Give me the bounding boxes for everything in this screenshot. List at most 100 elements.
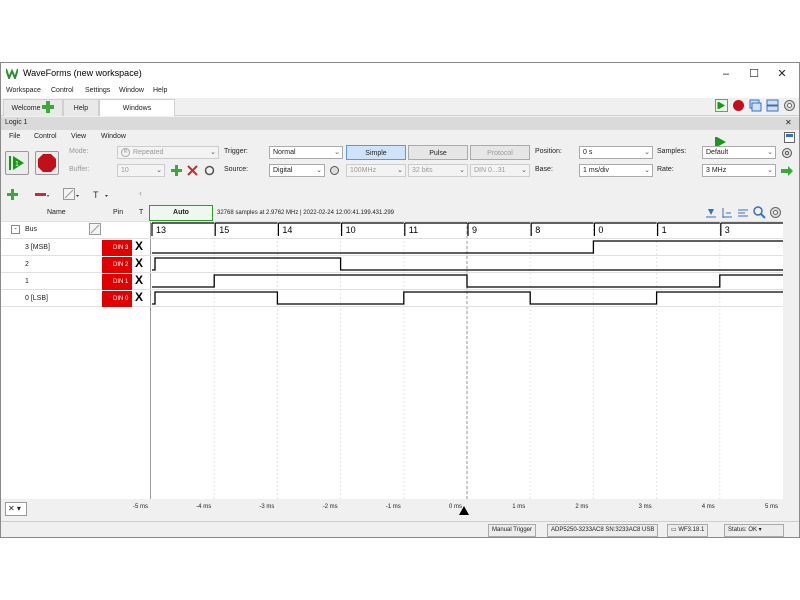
position-field[interactable]: 0 s ⌄ [579, 146, 653, 159]
chevron-down-icon: ⌄ [459, 167, 465, 174]
menu-window[interactable]: Window [119, 87, 144, 94]
instrument-title: Logic 1 [5, 119, 28, 126]
menu-view[interactable]: View [71, 133, 86, 140]
chevron-down-icon: ⌄ [644, 167, 650, 174]
dock-icon[interactable] [784, 132, 795, 143]
samples-select[interactable]: Default ⌄ [702, 146, 776, 159]
speed-value: 100MHz [350, 167, 377, 174]
minimize-button[interactable]: – [713, 65, 739, 83]
maximize-button[interactable]: ☐ [741, 65, 767, 83]
remove-channel-icon[interactable] [35, 189, 49, 200]
menu-control[interactable]: Control [51, 87, 74, 94]
tab-windows[interactable]: Windows [99, 99, 175, 116]
trigger-position-marker-icon[interactable] [459, 506, 469, 515]
rate-select[interactable]: 3 MHz ⌄ [702, 164, 776, 177]
chevron-down-icon: ⌄ [521, 167, 527, 174]
status-label: Status: OK [728, 527, 758, 533]
time-tick-label: -1 ms [385, 504, 401, 510]
trigger-dont-care-icon[interactable]: X [135, 290, 143, 304]
protocol-mode-button[interactable]: Protocol [470, 145, 530, 160]
chevron-down-icon: ⌄ [334, 149, 340, 156]
close-instrument-button[interactable]: ✕ [785, 118, 792, 127]
scroll-left-icon[interactable]: ‹ [139, 188, 142, 198]
samples-settings-icon[interactable] [781, 147, 793, 159]
workspace-tabbar: Welcome Help Windows [1, 98, 799, 147]
measure-icon[interactable] [737, 207, 749, 219]
bus-value: 13 [156, 225, 166, 235]
cursor-icon[interactable] [705, 207, 717, 219]
pin-badge[interactable]: DIN 2 [102, 257, 132, 273]
device-button[interactable]: ADP5250-3233AC8 SN:3233AC8 USB [547, 524, 659, 537]
close-window-button[interactable]: ✕ [769, 65, 795, 83]
bus-format-icon[interactable] [89, 223, 101, 235]
plot-settings-icon[interactable] [769, 206, 782, 219]
channel-view-icon[interactable] [63, 188, 79, 201]
time-tick-label: 1 ms [512, 504, 526, 510]
window-cascade-icon[interactable] [749, 99, 762, 112]
arrow-right-icon[interactable] [781, 166, 793, 176]
bits-select[interactable]: 32 bits ⌄ [408, 164, 468, 177]
pin-badge[interactable]: DIN 0 [102, 291, 132, 307]
trigger-dont-care-icon[interactable]: X [135, 273, 143, 287]
time-tick-label: 3 ms [638, 504, 652, 510]
mode-select[interactable]: R Repeated ⌄ [117, 146, 219, 159]
stop-icon[interactable] [732, 99, 745, 112]
settings-icon[interactable] [783, 99, 796, 112]
source-select[interactable]: Digital ⌄ [269, 164, 325, 177]
menu-workspace[interactable]: Workspace [6, 87, 41, 94]
acquisition-info: 32768 samples at 2.9762 MHz | 2022-02-24… [217, 210, 395, 216]
menu-help[interactable]: Help [153, 87, 167, 94]
trigger-dont-care-icon[interactable]: X [135, 239, 143, 253]
buffer-label: Buffer: [69, 166, 90, 173]
status-button[interactable]: Status: OK ▾ [724, 524, 784, 537]
stop-button[interactable] [35, 151, 59, 175]
bus-value: 1 [662, 225, 667, 235]
chevron-down-icon: ⌄ [644, 149, 650, 156]
zoom-icon[interactable] [753, 206, 766, 219]
source-settings-icon[interactable] [329, 165, 340, 176]
samples-label: Samples: [657, 148, 687, 155]
pin-badge[interactable]: DIN 3 [102, 240, 132, 256]
version-label: WF3.18.1 [678, 527, 705, 533]
add-buffer-icon[interactable] [171, 165, 182, 176]
menu-instrument-control[interactable]: Control [34, 133, 57, 140]
simple-mode-button[interactable]: Simple [346, 145, 406, 160]
manual-trigger-button[interactable]: Manual Trigger [488, 524, 537, 537]
trigger-select[interactable]: Normal ⌄ [269, 146, 343, 159]
tab-help[interactable]: Help [63, 99, 99, 116]
scissors-icon[interactable] [187, 165, 198, 176]
trigger-dont-care-icon[interactable]: X [135, 256, 143, 270]
signal-rows: - Bus 3 [MSB] DIN 3 X 2 DIN 2 X 1 DIN 1 … [1, 221, 151, 341]
collapse-bus-icon[interactable]: - [11, 225, 20, 234]
menu-file[interactable]: File [9, 133, 20, 140]
text-format-icon[interactable]: T [93, 188, 109, 201]
run-icon[interactable] [715, 99, 728, 112]
menu-instrument-window[interactable]: Window [101, 133, 126, 140]
add-cursor-icon[interactable] [721, 207, 733, 219]
add-instrument-icon[interactable] [42, 101, 54, 113]
pulse-mode-button[interactable]: Pulse [408, 145, 468, 160]
window-tile-icon[interactable] [766, 99, 779, 112]
svg-text:T: T [93, 190, 99, 200]
bus-value: 10 [346, 225, 356, 235]
base-select[interactable]: 1 ms/div ⌄ [579, 164, 653, 177]
buffer-field[interactable]: 10 ⌄ [117, 164, 165, 177]
chevron-down-icon: ⌄ [210, 149, 216, 156]
trigger-column-header: T [139, 209, 144, 216]
bits-value: 32 bits [412, 167, 433, 174]
position-label: Position: [535, 148, 562, 155]
tab-welcome[interactable]: Welcome [3, 99, 63, 116]
bus-value: 11 [409, 225, 418, 235]
axis-options-button[interactable]: ✕ ▾ [5, 502, 27, 516]
version-button[interactable]: ▭ WF3.18.1 [667, 524, 709, 537]
auto-trigger-button[interactable]: Auto [149, 205, 213, 221]
pin-badge[interactable]: DIN 1 [102, 274, 132, 290]
add-channel-icon[interactable] [7, 189, 18, 200]
speed-select[interactable]: 100MHz ⌄ [346, 164, 406, 177]
refresh-icon[interactable] [204, 165, 215, 176]
menu-settings[interactable]: Settings [85, 87, 110, 94]
time-axis: ✕ ▾ -5 ms -4 ms -3 ms -2 ms -1 ms 0 ms 1 ms 2 m… [1, 499, 799, 519]
din-select[interactable]: DIN 0...31 ⌄ [470, 164, 530, 177]
waveforms-window: WaveForms (new workspace) – ☐ ✕ Workspac… [0, 62, 800, 538]
single-button[interactable]: 1 [5, 151, 29, 175]
